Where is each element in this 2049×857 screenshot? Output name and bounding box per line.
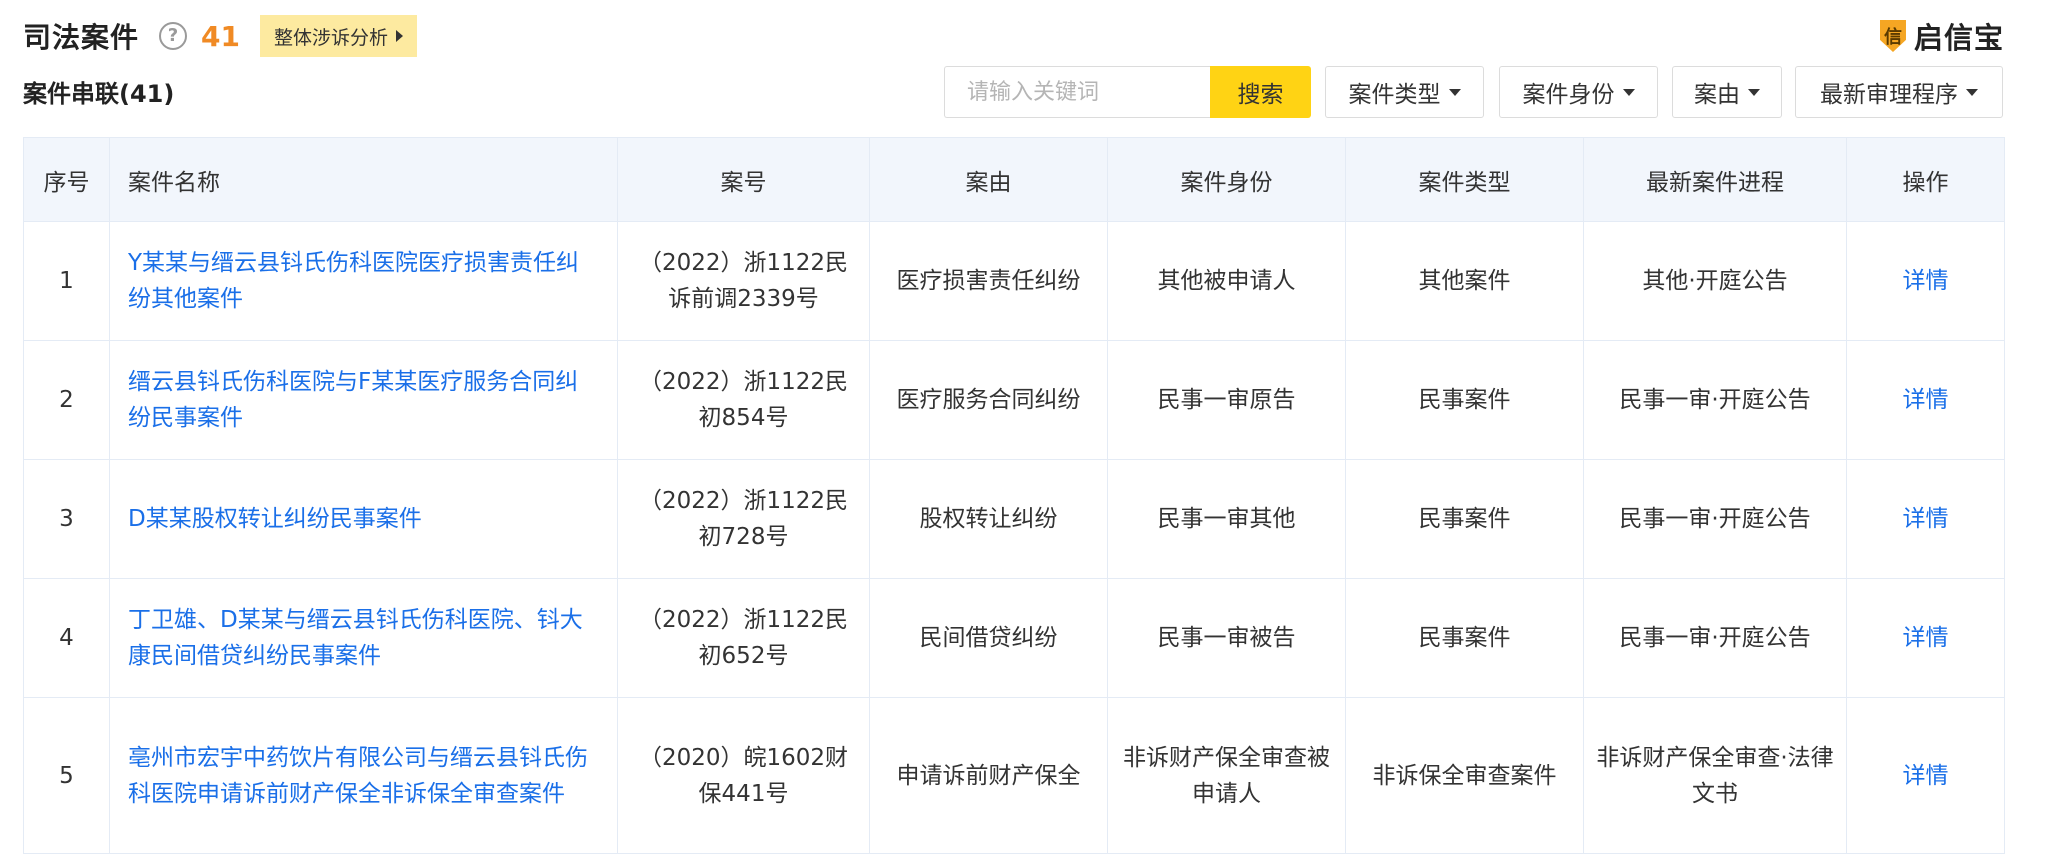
column-header-identity: 案件身份	[1107, 137, 1346, 222]
cell-identity: 非诉财产保全审查被申请人	[1107, 697, 1346, 854]
caret-down-icon	[1966, 88, 1978, 96]
details-link[interactable]: 详情	[1846, 697, 2005, 854]
cell-index: 4	[23, 578, 110, 698]
case-name-link[interactable]: D某某股权转让纠纷民事案件	[109, 459, 618, 579]
filter-latest-procedure-label: 最新审理程序	[1820, 82, 1958, 108]
cell-identity: 民事一审原告	[1107, 340, 1346, 460]
cell-index: 1	[23, 221, 110, 341]
cell-case-type: 民事案件	[1345, 459, 1584, 579]
cases-table-container: 序号 案件名称 案号 案由 案件身份 案件类型 最新案件进程 操作 1 Y某某与…	[23, 137, 2005, 854]
triangle-right-icon	[396, 30, 403, 42]
cell-index: 3	[23, 459, 110, 579]
cell-case-type: 非诉保全审查案件	[1345, 697, 1584, 854]
brand-name: 启信宝	[1913, 21, 2004, 55]
cell-progress: 其他·开庭公告	[1583, 221, 1847, 341]
cell-case-type: 民事案件	[1345, 340, 1584, 460]
page-title: 司法案件	[23, 21, 140, 54]
table-row: 4 丁卫雄、D某某与缙云县钭氏伤科医院、钭大康民间借贷纠纷民事案件 （2022）…	[23, 578, 2005, 698]
cell-cause: 申请诉前财产保全	[869, 697, 1108, 854]
judicial-cases-panel: 司法案件 ? 41 整体涉诉分析 信 启信宝 案件串联(41) 搜索 案件类型 …	[0, 0, 2049, 857]
cell-identity: 民事一审其他	[1107, 459, 1346, 579]
filter-case-cause-label: 案由	[1694, 82, 1740, 108]
caret-down-icon	[1748, 88, 1760, 96]
column-header-action: 操作	[1846, 137, 2005, 222]
table-row: 5 亳州市宏宇中药饮片有限公司与缙云县钭氏伤科医院申请诉前财产保全非诉保全审查案…	[23, 697, 2005, 854]
overall-analysis-button[interactable]: 整体涉诉分析	[259, 15, 417, 57]
case-name-link[interactable]: 缙云县钭氏伤科医院与F某某医疗服务合同纠纷民事案件	[109, 340, 618, 460]
cell-case-number: （2022）浙1122民诉前调2339号	[617, 221, 870, 341]
case-name-link[interactable]: Y某某与缙云县钭氏伤科医院医疗损害责任纠纷其他案件	[109, 221, 618, 341]
cell-case-type: 民事案件	[1345, 578, 1584, 698]
cell-progress: 民事一审·开庭公告	[1583, 578, 1847, 698]
cell-case-number: （2022）浙1122民初652号	[617, 578, 870, 698]
table-row: 1 Y某某与缙云县钭氏伤科医院医疗损害责任纠纷其他案件 （2022）浙1122民…	[23, 221, 2005, 341]
filter-case-cause-dropdown[interactable]: 案由	[1672, 66, 1782, 118]
cell-identity: 民事一审被告	[1107, 578, 1346, 698]
cell-identity: 其他被申请人	[1107, 221, 1346, 341]
cell-case-number: （2022）浙1122民初728号	[617, 459, 870, 579]
details-link[interactable]: 详情	[1846, 578, 2005, 698]
cases-table: 序号 案件名称 案号 案由 案件身份 案件类型 最新案件进程 操作 1 Y某某与…	[23, 137, 2005, 854]
case-series-heading: 案件串联(41)	[23, 80, 175, 108]
column-header-case-number: 案号	[617, 137, 870, 222]
details-link[interactable]: 详情	[1846, 340, 2005, 460]
cell-case-type: 其他案件	[1345, 221, 1584, 341]
column-header-cause: 案由	[869, 137, 1108, 222]
case-name-link[interactable]: 丁卫雄、D某某与缙云县钭氏伤科医院、钭大康民间借贷纠纷民事案件	[109, 578, 618, 698]
overall-analysis-label: 整体涉诉分析	[273, 26, 388, 49]
details-link[interactable]: 详情	[1846, 459, 2005, 579]
column-header-case-name: 案件名称	[109, 137, 618, 222]
cell-progress: 民事一审·开庭公告	[1583, 340, 1847, 460]
cell-index: 2	[23, 340, 110, 460]
cell-cause: 民间借贷纠纷	[869, 578, 1108, 698]
cell-case-number: （2020）皖1602财保441号	[617, 697, 870, 854]
filter-case-identity-dropdown[interactable]: 案件身份	[1499, 66, 1658, 118]
table-row: 3 D某某股权转让纠纷民事案件 （2022）浙1122民初728号 股权转让纠纷…	[23, 459, 2005, 579]
filter-case-identity-label: 案件身份	[1522, 82, 1615, 108]
table-row: 2 缙云县钭氏伤科医院与F某某医疗服务合同纠纷民事案件 （2022）浙1122民…	[23, 340, 2005, 460]
brand-logo: 信 启信宝	[1879, 16, 2004, 56]
filter-case-type-dropdown[interactable]: 案件类型	[1325, 66, 1484, 118]
total-count-badge: 41	[201, 19, 240, 53]
filter-latest-procedure-dropdown[interactable]: 最新审理程序	[1795, 66, 2003, 118]
question-circle-icon[interactable]: ?	[159, 22, 188, 50]
filter-case-type-label: 案件类型	[1348, 82, 1441, 108]
column-header-case-type: 案件类型	[1345, 137, 1584, 222]
cell-case-number: （2022）浙1122民初854号	[617, 340, 870, 460]
case-name-link[interactable]: 亳州市宏宇中药饮片有限公司与缙云县钭氏伤科医院申请诉前财产保全非诉保全审查案件	[109, 697, 618, 854]
search-button[interactable]: 搜索	[1210, 66, 1311, 118]
cell-progress: 民事一审·开庭公告	[1583, 459, 1847, 579]
cell-progress: 非诉财产保全审查·法律文书	[1583, 697, 1847, 854]
caret-down-icon	[1448, 88, 1461, 96]
keyword-search-input[interactable]	[944, 66, 1211, 118]
column-header-progress: 最新案件进程	[1583, 137, 1847, 222]
title-row: 司法案件 ? 41 整体涉诉分析	[23, 14, 417, 58]
details-link[interactable]: 详情	[1846, 221, 2005, 341]
column-header-index: 序号	[23, 137, 110, 222]
cell-cause: 医疗服务合同纠纷	[869, 340, 1108, 460]
brand-shield-icon: 信	[1879, 20, 1906, 52]
table-header-row: 序号 案件名称 案号 案由 案件身份 案件类型 最新案件进程 操作	[23, 137, 2005, 222]
cell-cause: 医疗损害责任纠纷	[869, 221, 1108, 341]
cell-cause: 股权转让纠纷	[869, 459, 1108, 579]
caret-down-icon	[1622, 88, 1635, 96]
cell-index: 5	[23, 697, 110, 854]
